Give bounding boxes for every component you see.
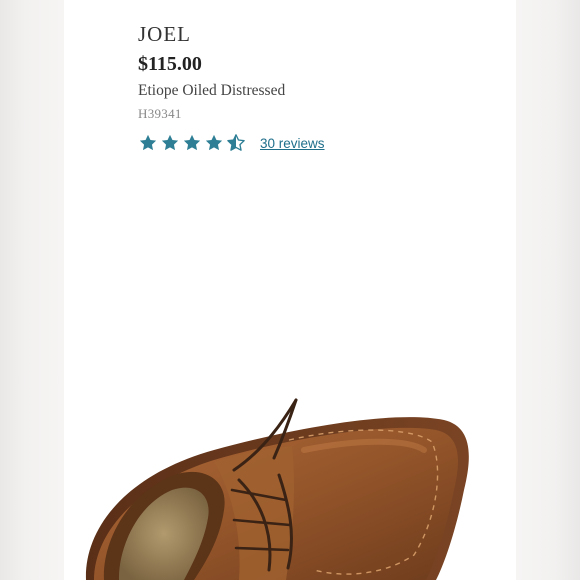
blurred-background-right <box>516 0 580 580</box>
star-rating <box>138 133 246 153</box>
shoe-photo <box>64 380 516 580</box>
star-half-icon <box>227 134 245 151</box>
product-sku: H39341 <box>138 106 182 121</box>
star-full-icon <box>205 134 223 151</box>
screenshot-frame: JOEL $115.00 Etiope Oiled Distressed H39… <box>0 0 580 580</box>
star-full-icon <box>139 134 157 151</box>
product-name: Etiope Oiled Distressed <box>138 82 286 99</box>
shoe-image <box>85 398 469 580</box>
star-full-icon <box>183 134 201 151</box>
reviews-link[interactable]: 30 reviews <box>260 136 325 151</box>
product-card: JOEL $115.00 Etiope Oiled Distressed H39… <box>64 0 516 580</box>
product-brand: JOEL <box>138 22 191 46</box>
blurred-background-left <box>0 0 64 580</box>
star-full-icon <box>161 134 179 151</box>
rating-row: 30 reviews <box>138 132 325 154</box>
product-price: $115.00 <box>138 53 202 75</box>
